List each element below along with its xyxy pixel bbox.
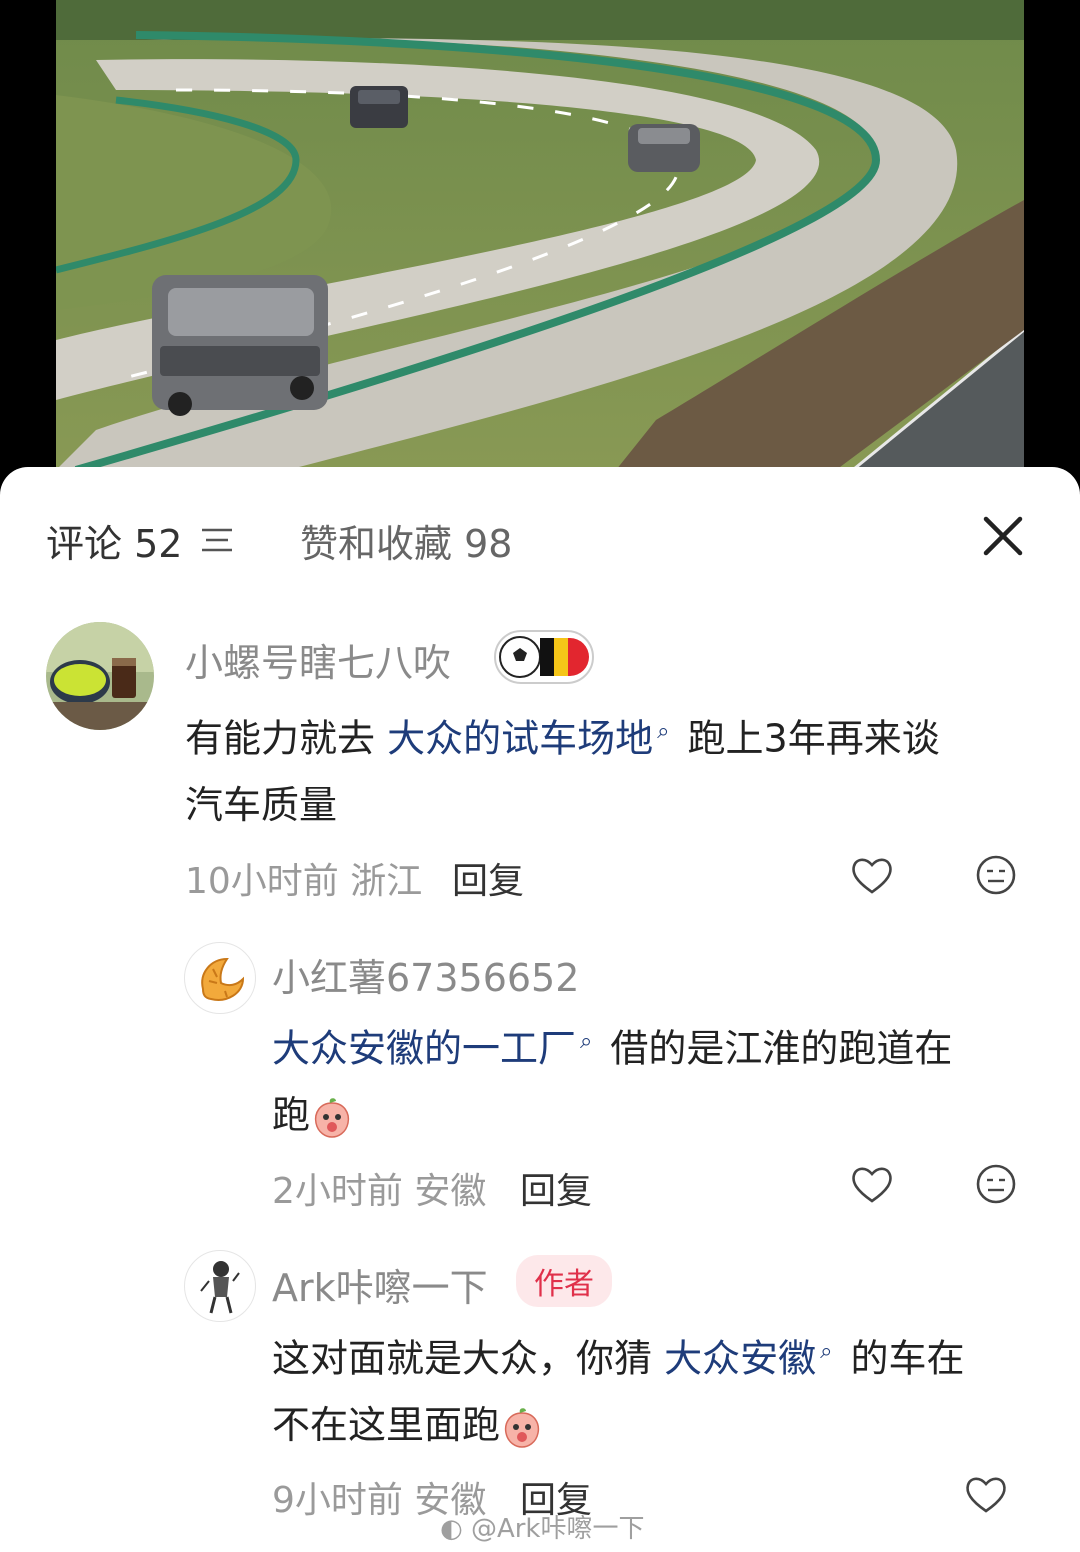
search-link[interactable]: 大众安徽: [664, 1337, 816, 1381]
post-image-area: [0, 0, 1080, 500]
comment-sheet: 评论 52 赞和收藏 98 小螺号瞎七八吹 有能力就去 大众的试车场地 ⌕ 跑上…: [0, 467, 1080, 1552]
dislike-face-icon[interactable]: [974, 1162, 1018, 1206]
sort-icon[interactable]: [200, 527, 234, 553]
search-link-icon: ⌕: [657, 719, 670, 744]
car-near: [152, 275, 328, 416]
comment-time: 9小时前: [272, 1480, 403, 1521]
comment-location: 安徽: [414, 1171, 487, 1212]
search-link[interactable]: 大众安徽的一工厂: [272, 1027, 576, 1071]
comment-body: 有能力就去 大众的试车场地 ⌕ 跑上3年再来谈 汽车质量: [185, 699, 1045, 838]
avatar[interactable]: [184, 1250, 256, 1322]
comment-time: 2小时前: [272, 1171, 403, 1212]
car-far: [350, 86, 408, 128]
weibo-logo-icon: ◐: [440, 1514, 463, 1544]
comment-line-1: 有能力就去 大众的试车场地 ⌕ 跑上3年再来谈: [185, 716, 940, 761]
comment-username[interactable]: 小螺号瞎七八吹: [185, 632, 451, 687]
person-sketch-icon: [200, 1261, 240, 1314]
tab-likes-favorites[interactable]: 赞和收藏 98: [300, 513, 512, 568]
peach-emoji-icon: [314, 1098, 350, 1138]
reply-button[interactable]: 回复: [520, 1162, 592, 1214]
dislike-face-icon[interactable]: [974, 853, 1018, 897]
comment-location: 浙江: [350, 861, 423, 902]
author-badge: 作者: [516, 1255, 612, 1307]
comment-meta: 10小时前 浙江: [185, 852, 422, 904]
search-link-icon: ⌕: [580, 1029, 593, 1054]
soccer-belgium-flag-badge-icon: [494, 630, 594, 684]
comment-line-1: 大众安徽的一工厂 ⌕ 借的是江淮的跑道在: [272, 1026, 953, 1071]
reply-button[interactable]: 回复: [452, 852, 524, 904]
comment-username[interactable]: Ark咔嚓一下: [272, 1257, 488, 1312]
post-photo[interactable]: [56, 0, 1024, 500]
weibo-watermark: ◐ @Ark咔嚓一下: [440, 1514, 645, 1544]
like-heart-icon[interactable]: [850, 1162, 894, 1206]
avatar[interactable]: [184, 942, 256, 1014]
comment-meta: 2小时前 安徽: [272, 1162, 486, 1214]
car-mid: [628, 124, 700, 172]
comment-body: 大众安徽的一工厂 ⌕ 借的是江淮的跑道在 跑: [272, 1009, 1052, 1148]
close-icon[interactable]: [978, 511, 1028, 561]
avatar[interactable]: [46, 622, 154, 730]
tab-comments[interactable]: 评论 52: [46, 513, 182, 568]
like-heart-icon[interactable]: [964, 1472, 1008, 1516]
search-link-icon: ⌕: [820, 1339, 833, 1364]
peach-emoji-icon: [504, 1408, 540, 1448]
croissant-icon: [201, 957, 245, 1001]
comment-line-1: 这对面就是大众，你猜 大众安徽 ⌕ 的车在: [272, 1336, 965, 1381]
comment-line-2: 跑: [272, 1082, 1052, 1148]
comment-tabs: 评论 52 赞和收藏 98: [0, 467, 1080, 607]
like-heart-icon[interactable]: [850, 853, 894, 897]
search-link[interactable]: 大众的试车场地: [387, 717, 653, 761]
comment-time: 10小时前: [185, 861, 339, 902]
test-track-photo: [56, 0, 1024, 500]
comment-line-2: 汽车质量: [185, 782, 338, 827]
comment-body: 这对面就是大众，你猜 大众安徽 ⌕ 的车在 不在这里面跑: [272, 1319, 1052, 1458]
comment-line-2: 不在这里面跑: [272, 1392, 1052, 1458]
comment-username[interactable]: 小红薯67356652: [272, 947, 579, 1002]
